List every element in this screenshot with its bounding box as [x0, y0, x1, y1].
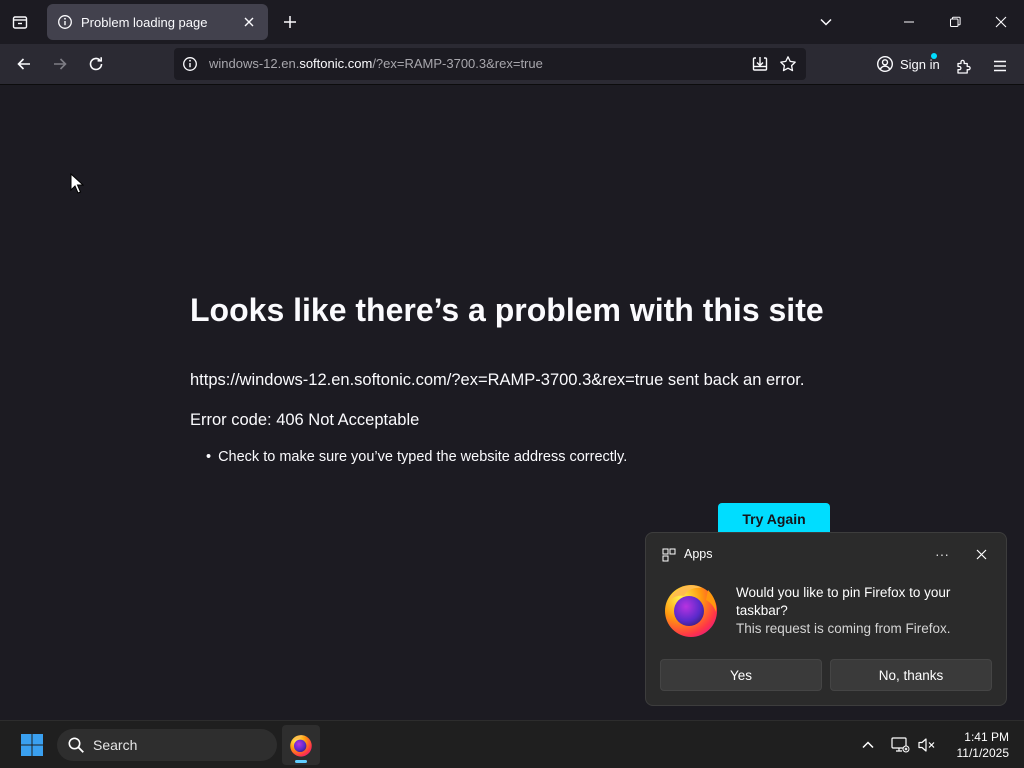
notification-app-name: Apps	[684, 547, 713, 561]
back-arrow-icon[interactable]	[10, 50, 38, 78]
reload-icon[interactable]	[82, 50, 110, 78]
notification-dot	[931, 53, 937, 59]
close-icon[interactable]	[972, 545, 990, 563]
mouse-cursor-icon	[70, 173, 84, 194]
notification-subtext: This request is coming from Firefox.	[736, 621, 951, 636]
account-icon	[876, 55, 894, 73]
clock-time: 1:41 PM	[964, 730, 1009, 744]
close-tab-icon[interactable]	[240, 13, 258, 31]
chevron-up-icon[interactable]	[858, 735, 878, 755]
restore-icon[interactable]	[932, 0, 978, 44]
chevron-down-icon[interactable]	[814, 10, 838, 34]
network-icon[interactable]	[890, 735, 910, 755]
new-tab-plus-icon[interactable]	[278, 10, 302, 34]
extensions-puzzle-icon[interactable]	[952, 54, 976, 78]
url-suffix: /?ex=RAMP-3700.3&rex=true	[372, 56, 543, 71]
yes-button[interactable]: Yes	[660, 659, 822, 691]
volume-muted-icon[interactable]	[916, 735, 936, 755]
windows-taskbar: Search 1:41 PM 11/1/2025	[0, 720, 1024, 768]
close-window-icon[interactable]	[978, 0, 1024, 44]
error-description: https://windows-12.en.softonic.com/?ex=R…	[190, 371, 805, 389]
active-app-indicator	[295, 760, 307, 763]
search-icon	[67, 736, 85, 754]
list-item: Check to make sure you’ve typed the webs…	[206, 449, 627, 465]
apps-icon	[662, 548, 676, 562]
more-options-icon[interactable]: ···	[932, 545, 952, 563]
tab-active[interactable]: Problem loading page	[47, 4, 268, 40]
clock-date: 11/1/2025	[956, 746, 1010, 760]
windows-start-icon[interactable]	[14, 729, 50, 761]
url-domain: softonic.com	[299, 56, 373, 71]
navigation-toolbar: windows-12.en.softonic.com/?ex=RAMP-3700…	[0, 44, 1024, 85]
info-icon	[57, 14, 73, 30]
taskbar-search[interactable]: Search	[57, 729, 277, 761]
search-label: Search	[93, 737, 138, 753]
address-bar[interactable]: windows-12.en.softonic.com/?ex=RAMP-3700…	[174, 48, 806, 80]
error-tips-list: Check to make sure you’ve typed the webs…	[206, 449, 627, 465]
hamburger-menu-icon[interactable]	[988, 54, 1012, 78]
forward-arrow-icon[interactable]	[46, 50, 74, 78]
tab-title: Problem loading page	[81, 14, 208, 30]
sign-in-button[interactable]: Sign in	[868, 48, 943, 80]
install-app-icon[interactable]	[751, 55, 769, 73]
bookmark-star-icon[interactable]	[779, 55, 797, 73]
pin-to-taskbar-notification: Apps ··· Would you like to pin Firefox t…	[645, 532, 1007, 706]
minimize-icon[interactable]	[886, 0, 932, 44]
notification-message: Would you like to pin Firefox to your ta…	[736, 585, 951, 618]
error-title: Looks like there’s a problem with this s…	[190, 292, 824, 328]
firefox-icon	[289, 733, 313, 757]
tab-list-icon[interactable]	[6, 8, 34, 36]
no-thanks-button[interactable]: No, thanks	[830, 659, 992, 691]
url-prefix: windows-12.en.	[209, 56, 300, 71]
site-info-icon[interactable]	[182, 56, 198, 72]
taskbar-firefox-button[interactable]	[282, 725, 320, 765]
url-text[interactable]: windows-12.en.softonic.com/?ex=RAMP-3700…	[209, 56, 543, 71]
system-clock[interactable]: 1:41 PM 11/1/2025	[945, 729, 1010, 761]
error-code: Error code: 406 Not Acceptable	[190, 411, 420, 429]
tab-strip: Problem loading page	[0, 0, 1024, 44]
firefox-logo-icon	[662, 580, 720, 638]
